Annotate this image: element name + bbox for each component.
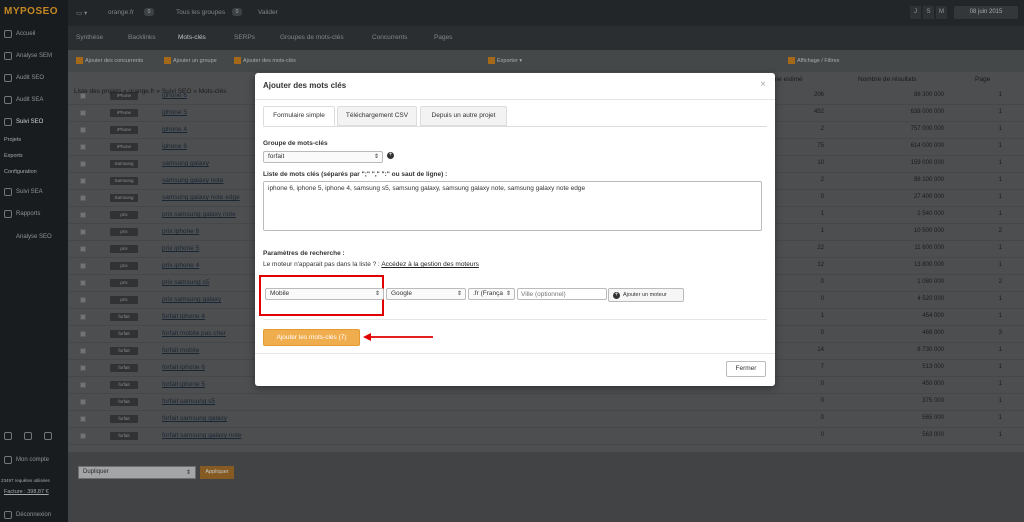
tab-autre-projet[interactable]: Depuis un autre projet: [420, 106, 507, 126]
divider: [255, 353, 775, 354]
arrow-annotation-icon: [363, 333, 433, 341]
engine-note: Le moteur n'apparait pas dans la liste ?…: [263, 261, 479, 268]
group-select[interactable]: forfait ⇕: [263, 151, 383, 163]
engine-select[interactable]: Google ⇕: [386, 288, 466, 300]
tab-formulaire-simple[interactable]: Formulaire simple: [263, 106, 335, 126]
plus-icon: +: [613, 292, 620, 299]
modal-title: Ajouter des mots clés: [263, 81, 347, 90]
engine-management-link[interactable]: Accédez à la gestion des moteurs: [381, 261, 479, 268]
add-engine-button[interactable]: + Ajouter un moteur: [608, 288, 684, 302]
divider: [263, 319, 767, 320]
add-keywords-submit-button[interactable]: Ajouter les mots-clés (7): [263, 329, 360, 346]
city-input[interactable]: [517, 288, 607, 300]
group-label: Groupe de mots-clés: [263, 140, 328, 147]
chevron-updown-icon: ⇕: [505, 291, 511, 297]
country-select[interactable]: .fr (França ⇕: [468, 288, 515, 300]
add-keywords-modal: Ajouter des mots clés × Formulaire simpl…: [255, 73, 775, 386]
chevron-updown-icon: ⇕: [373, 154, 379, 160]
chevron-updown-icon: ⇕: [456, 291, 462, 297]
keywords-textarea[interactable]: iphone 6, iphone 5, iphone 4, samsung s5…: [263, 181, 762, 231]
tab-csv[interactable]: Téléchargement CSV: [337, 106, 417, 126]
close-button[interactable]: Fermer: [726, 361, 766, 377]
device-select[interactable]: Mobile ⇕: [265, 288, 384, 300]
chevron-updown-icon: ⇕: [374, 291, 380, 297]
close-icon[interactable]: ×: [760, 79, 766, 90]
divider: [255, 99, 775, 100]
tab-divider: [263, 126, 767, 127]
add-group-icon[interactable]: +: [387, 152, 394, 159]
keywords-list-label: Liste de mots clés (séparés par ";" "," …: [263, 171, 448, 178]
search-params-label: Paramètres de recherche :: [263, 250, 345, 257]
